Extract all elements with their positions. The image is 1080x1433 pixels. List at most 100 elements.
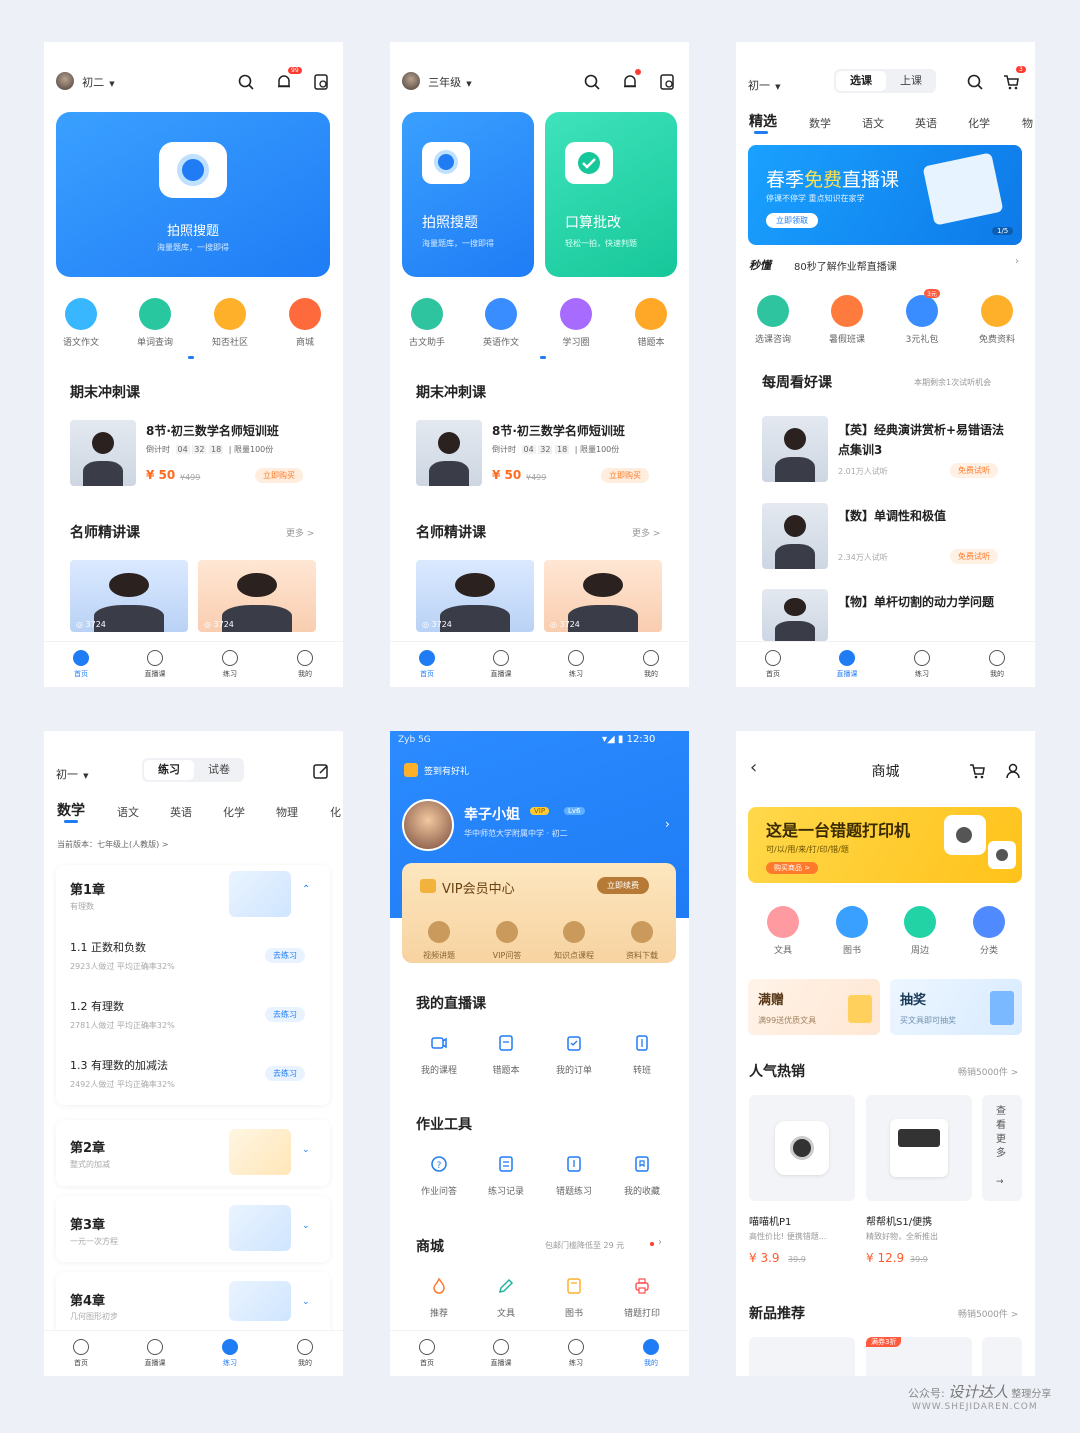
- chevron-up-icon[interactable]: ⌃: [302, 884, 310, 895]
- product-name[interactable]: 帮帮机S1/便携: [866, 1213, 932, 1228]
- bookmark-icon[interactable]: [633, 1155, 651, 1173]
- subject-tab[interactable]: 化学: [223, 804, 245, 820]
- trial-button[interactable]: 免费试听: [950, 463, 998, 478]
- grade-selector[interactable]: 三年级 ▼: [402, 72, 472, 94]
- course-title[interactable]: 8节·初三数学名师短训班: [146, 422, 279, 439]
- subject-tab[interactable]: 语文: [117, 804, 139, 820]
- lesson-title[interactable]: 1.2 有理数: [70, 998, 124, 1014]
- product-name[interactable]: 喵喵机P1: [749, 1213, 791, 1228]
- course-icon[interactable]: [563, 921, 585, 943]
- spring-banner[interactable]: 春季免费直播课 停课不停学 重点知识在家学 立即领取 1/5: [748, 145, 1022, 245]
- books-icon[interactable]: [836, 906, 868, 938]
- chevron-down-icon[interactable]: ⌄: [302, 1145, 310, 1155]
- edition-selector[interactable]: 当前版本：七年级上(人教版) >: [57, 839, 169, 850]
- tab-mine[interactable]: 我的: [626, 650, 676, 679]
- tab-mine[interactable]: 我的: [972, 650, 1022, 679]
- record-icon[interactable]: [497, 1155, 515, 1173]
- history-icon[interactable]: [658, 73, 676, 91]
- subject-tab[interactable]: 化: [330, 804, 341, 820]
- qa-icon[interactable]: [496, 921, 518, 943]
- product-image[interactable]: [749, 1095, 855, 1201]
- subject-tab[interactable]: 语文: [862, 115, 884, 131]
- fire-icon[interactable]: [430, 1277, 448, 1295]
- lesson-title[interactable]: 1.3 有理数的加减法: [70, 1057, 168, 1073]
- tab-home[interactable]: 首页: [402, 1339, 452, 1368]
- english-essay-icon[interactable]: [485, 298, 517, 330]
- more-link[interactable]: 更多 >: [632, 526, 660, 539]
- tab-live[interactable]: 直播课: [476, 1339, 526, 1368]
- chevron-right-icon[interactable]: ›: [665, 817, 670, 831]
- stationery-icon[interactable]: [767, 906, 799, 938]
- more-link[interactable]: 畅销5000件 >: [958, 1065, 1018, 1078]
- mistake-book-icon[interactable]: [635, 298, 667, 330]
- cart-icon[interactable]: [1002, 73, 1020, 91]
- buy-button[interactable]: 立即购买: [601, 468, 649, 483]
- trial-button[interactable]: 免费试听: [950, 549, 998, 564]
- search-icon[interactable]: [237, 73, 255, 91]
- subject-tab[interactable]: 物理: [276, 804, 298, 820]
- product-image[interactable]: [982, 1337, 1022, 1376]
- mall-note[interactable]: 包邮门槛降低至 29 元: [545, 1240, 624, 1251]
- practice-button[interactable]: 去练习: [265, 1066, 305, 1081]
- essay-icon[interactable]: [65, 298, 97, 330]
- order-icon[interactable]: [565, 1034, 583, 1052]
- course-title[interactable]: 【数】单调性和极值: [838, 507, 946, 524]
- product-image[interactable]: [866, 1095, 972, 1201]
- user-icon[interactable]: [1004, 762, 1022, 780]
- tab-practice[interactable]: 练习: [551, 1339, 601, 1368]
- subject-tab[interactable]: 化学: [968, 115, 990, 131]
- summer-class-icon[interactable]: [831, 295, 863, 327]
- edit-icon[interactable]: [312, 762, 330, 780]
- tab-practice[interactable]: 练习: [205, 1339, 255, 1368]
- chapter-title[interactable]: 第1章: [70, 879, 105, 898]
- tab-home[interactable]: 首页: [748, 650, 798, 679]
- segment-papers[interactable]: 试卷: [194, 760, 244, 780]
- tab-home[interactable]: 首页: [56, 1339, 106, 1368]
- merch-icon[interactable]: [904, 906, 936, 938]
- tab-home[interactable]: 首页: [402, 650, 452, 679]
- course-title[interactable]: 【物】单杆切割的动力学问题: [838, 593, 994, 610]
- history-icon[interactable]: [312, 73, 330, 91]
- tab-mine[interactable]: 我的: [280, 650, 330, 679]
- course-title[interactable]: 8节·初三数学名师短训班: [492, 422, 625, 439]
- tab-mine[interactable]: 我的: [626, 1339, 676, 1368]
- tab-live[interactable]: 直播课: [130, 1339, 180, 1368]
- mental-math-card[interactable]: 口算批改 轻松一拍，快速判题: [545, 112, 677, 277]
- question-icon[interactable]: ?: [430, 1155, 448, 1173]
- chevron-down-icon[interactable]: ⌄: [302, 1297, 310, 1307]
- renew-button[interactable]: 立即续费: [597, 877, 649, 894]
- practice-button[interactable]: 去练习: [265, 948, 305, 963]
- more-link[interactable]: 畅销5000件 >: [958, 1307, 1018, 1320]
- printer-banner[interactable]: 这是一台错题打印机 可/以/用/来/打/印/错/题 购买商品 >: [748, 807, 1022, 883]
- book-icon[interactable]: [565, 1277, 583, 1295]
- course-title[interactable]: 【英】经典演讲赏析+易错语法点集训3: [838, 420, 1012, 460]
- segment-select[interactable]: 选课: [836, 71, 886, 91]
- buy-button[interactable]: 立即购买: [255, 468, 303, 483]
- banner-button[interactable]: 购买商品 >: [766, 862, 819, 874]
- subject-tab-featured[interactable]: 精选: [749, 111, 777, 131]
- avatar[interactable]: [402, 799, 454, 851]
- study-circle-icon[interactable]: [560, 298, 592, 330]
- search-icon[interactable]: [583, 73, 601, 91]
- grade-selector[interactable]: 初二 ▼: [56, 72, 115, 94]
- download-icon[interactable]: [631, 921, 653, 943]
- promo-lottery[interactable]: 抽奖 买文具即可抽奖: [890, 979, 1022, 1035]
- free-material-icon[interactable]: [981, 295, 1013, 327]
- printer-icon[interactable]: [633, 1277, 651, 1295]
- tab-mine[interactable]: 我的: [280, 1339, 330, 1368]
- subject-tab[interactable]: 数学: [809, 115, 831, 131]
- bell-icon[interactable]: [621, 73, 639, 91]
- product-image[interactable]: 满券3折: [866, 1337, 972, 1376]
- more-link[interactable]: 更多 >: [286, 526, 314, 539]
- transfer-icon[interactable]: [633, 1034, 651, 1052]
- promo-gift[interactable]: 满赠 满99送优质文具: [748, 979, 880, 1035]
- practice-button[interactable]: 去练习: [265, 1007, 305, 1022]
- subject-tab[interactable]: 英语: [915, 115, 937, 131]
- signin-link[interactable]: 签到有好礼: [424, 764, 469, 777]
- pencil-icon[interactable]: [497, 1277, 515, 1295]
- see-more-card[interactable]: 查看更多 →: [982, 1095, 1022, 1201]
- video-icon[interactable]: [428, 921, 450, 943]
- product-image[interactable]: [749, 1337, 855, 1376]
- classical-helper-icon[interactable]: [411, 298, 443, 330]
- subject-tab[interactable]: 物: [1022, 115, 1033, 131]
